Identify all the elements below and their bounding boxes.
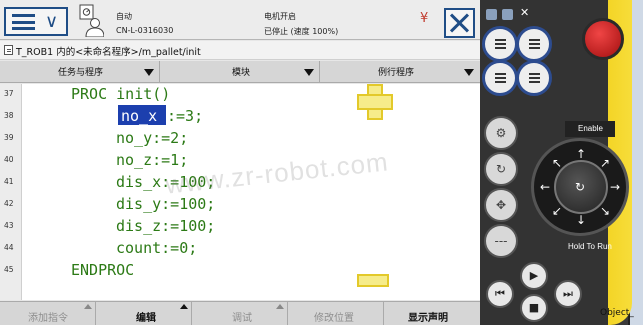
arrow-up-right-icon: ↗: [600, 156, 611, 170]
chevron-down-icon: [144, 69, 154, 76]
step-back-icon: ⏮: [495, 287, 505, 300]
tab-label: 任务与程序: [58, 68, 104, 78]
code-line[interactable]: ENDPROC: [71, 261, 134, 279]
play-icon: ▶: [529, 269, 539, 282]
flexpendant-screen: ∨ 自动 CN-L-0316030 电机开启 已停止 (速度 100%) ¥ T…: [0, 0, 480, 325]
show-declaration-button[interactable]: 显示声明: [384, 302, 480, 325]
button-label: 编辑: [136, 313, 156, 324]
emergency-stop-button[interactable]: [582, 18, 624, 60]
line-number: 41: [4, 177, 14, 186]
tab-routines[interactable]: 例行程序: [320, 61, 480, 83]
program-path: T_ROB1 内的<未命名程序>/m_pallet/init: [16, 47, 201, 58]
step-forward-icon: ⏭: [563, 287, 573, 300]
line-number-gutter: 37 38 39 40 41 42 43 44 45: [0, 84, 22, 300]
virtual-teach-pendant-panel: ✕ ⚙ ↻ ✥ --- Enable ↑ ↓ ← → ↖ ↗ ↙ ↘ ↻ Hol: [480, 0, 643, 325]
toggle-increment-button[interactable]: ✥: [484, 188, 518, 222]
line-number: 43: [4, 221, 14, 230]
button-label: 调试: [232, 313, 252, 324]
tab-label: 模块: [232, 68, 251, 78]
programmable-key-4[interactable]: [516, 60, 552, 96]
chevron-down-icon: ∨: [45, 11, 59, 32]
zoom-out-button[interactable]: [357, 274, 389, 287]
arrow-right-icon: →: [610, 180, 621, 194]
abb-menu-button[interactable]: ∨: [4, 7, 68, 36]
stop-button[interactable]: ■: [520, 294, 548, 322]
arrow-down-left-icon: ↙: [552, 204, 563, 218]
code-line[interactable]: :=3;: [167, 107, 203, 125]
robot-icon: ⚙: [495, 126, 507, 140]
code-line[interactable]: no_z:=1;: [116, 151, 188, 169]
hamburger-icon: [12, 14, 35, 30]
bottom-toolbar: 添加指令 编辑 调试 修改位置 显示声明: [0, 301, 480, 325]
arrow-down-icon: ↓: [576, 213, 587, 227]
arrow-left-icon: ←: [540, 180, 551, 194]
programmable-key-3[interactable]: [482, 60, 518, 96]
button-label: 显示声明: [408, 313, 448, 324]
controller-name: CN-L-0316030: [116, 26, 174, 35]
modify-position-button[interactable]: 修改位置: [288, 302, 384, 325]
increment-button[interactable]: ---: [484, 224, 518, 258]
enable-label: Enable: [578, 124, 603, 133]
zoom-in-button[interactable]: [357, 84, 393, 120]
code-line[interactable]: PROC init(): [71, 85, 170, 103]
chevron-up-icon: [276, 304, 284, 309]
object-label: Object_: [600, 308, 634, 318]
hold-to-run-label: Hold To Run: [568, 242, 612, 251]
editor-tab-bar: 任务与程序 模块 例行程序: [0, 61, 480, 83]
panel-window-button[interactable]: [486, 9, 497, 20]
line-number: 40: [4, 155, 14, 164]
tab-label: 例行程序: [378, 68, 415, 78]
code-line[interactable]: count:=0;: [116, 239, 197, 257]
rotate-icon: ↻: [575, 180, 586, 194]
stop-icon: ■: [528, 301, 540, 314]
chevron-down-icon: [464, 69, 474, 76]
breadcrumb: T_ROB1 内的<未命名程序>/m_pallet/init: [0, 41, 480, 60]
selected-token[interactable]: no_x: [121, 107, 157, 125]
panel-window-button[interactable]: [502, 9, 513, 20]
chevron-down-icon: [304, 69, 314, 76]
toggle-motion-mode-button[interactable]: ↻: [484, 152, 518, 186]
code-line[interactable]: dis_y:=100;: [116, 195, 215, 213]
button-label: 添加指令: [28, 313, 68, 324]
edit-button[interactable]: 编辑: [96, 302, 192, 325]
speed-override-icon: ¥: [420, 11, 429, 26]
arrow-up-icon: ↑: [576, 147, 587, 161]
line-number: 38: [4, 111, 14, 120]
operating-mode: 自动: [116, 12, 132, 21]
code-line[interactable]: dis_z:=100;: [116, 217, 215, 235]
axes-icon: ✥: [495, 198, 507, 212]
arrow-down-right-icon: ↘: [600, 204, 611, 218]
tab-modules[interactable]: 模块: [160, 61, 320, 83]
robot-status-icon[interactable]: [78, 4, 104, 37]
close-button[interactable]: [444, 8, 475, 38]
dash-icon: ---: [494, 234, 508, 248]
line-number: 45: [4, 265, 14, 274]
motor-state: 电机开启: [264, 12, 296, 21]
programmable-key-2[interactable]: [516, 26, 552, 62]
start-button[interactable]: ▶: [520, 262, 548, 290]
step-forward-button[interactable]: ⏭: [554, 280, 582, 308]
button-label: 修改位置: [314, 313, 354, 324]
line-number: 42: [4, 199, 14, 208]
tab-tasks-and-programs[interactable]: 任务与程序: [0, 61, 160, 83]
chevron-up-icon: [84, 304, 92, 309]
status-bar: ∨ 自动 CN-L-0316030 电机开启 已停止 (速度 100%) ¥: [0, 0, 480, 40]
line-number: 39: [4, 133, 14, 142]
line-number: 44: [4, 243, 14, 252]
program-state: 已停止 (速度 100%): [264, 27, 339, 36]
arrow-up-left-icon: ↖: [552, 156, 563, 170]
close-icon[interactable]: ✕: [520, 6, 529, 19]
program-editor-icon: [4, 45, 13, 55]
chevron-up-icon: [180, 304, 188, 309]
debug-button[interactable]: 调试: [192, 302, 288, 325]
programmable-key-1[interactable]: [482, 26, 518, 62]
rotate-icon: ↻: [495, 162, 507, 176]
step-backward-button[interactable]: ⏮: [486, 280, 514, 308]
select-mechanical-unit-button[interactable]: ⚙: [484, 116, 518, 150]
line-number: 37: [4, 89, 14, 98]
code-line[interactable]: no_y:=2;: [116, 129, 188, 147]
add-instruction-button[interactable]: 添加指令: [0, 302, 96, 325]
